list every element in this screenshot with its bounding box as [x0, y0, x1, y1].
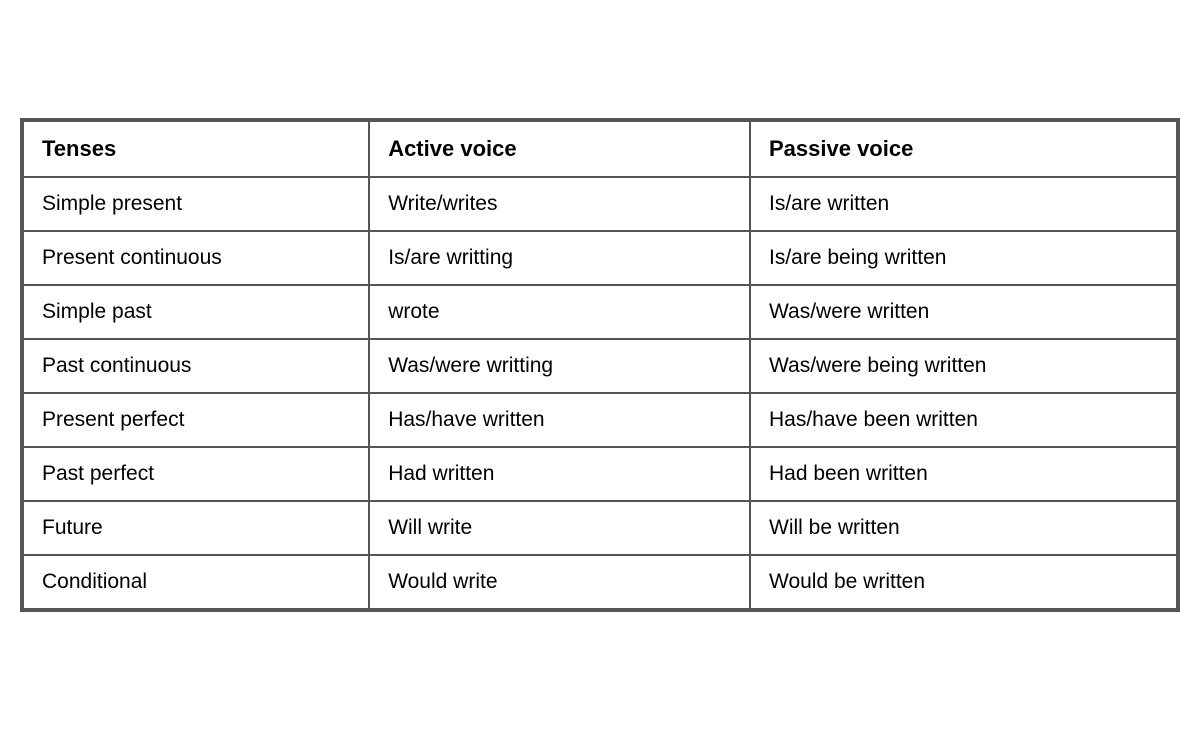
cell-active: Will write — [369, 501, 750, 555]
cell-tense: Conditional — [23, 555, 369, 609]
cell-tense: Future — [23, 501, 369, 555]
header-passive: Passive voice — [750, 121, 1177, 177]
cell-passive: Will be written — [750, 501, 1177, 555]
table-row: FutureWill writeWill be written — [23, 501, 1177, 555]
cell-active: Was/were writting — [369, 339, 750, 393]
table-row: Present perfectHas/have writtenHas/have … — [23, 393, 1177, 447]
cell-passive: Has/have been written — [750, 393, 1177, 447]
cell-passive: Had been written — [750, 447, 1177, 501]
table-row: ConditionalWould writeWould be written — [23, 555, 1177, 609]
cell-active: Has/have written — [369, 393, 750, 447]
table-row: Present continuousIs/are writtingIs/are … — [23, 231, 1177, 285]
table-row: Simple pastwroteWas/were written — [23, 285, 1177, 339]
table-header-row: Tenses Active voice Passive voice — [23, 121, 1177, 177]
cell-passive: Would be written — [750, 555, 1177, 609]
header-tenses: Tenses — [23, 121, 369, 177]
table-row: Past perfectHad writtenHad been written — [23, 447, 1177, 501]
cell-tense: Simple past — [23, 285, 369, 339]
grammar-table: Tenses Active voice Passive voice Simple… — [22, 120, 1178, 610]
cell-passive: Was/were written — [750, 285, 1177, 339]
cell-passive: Is/are written — [750, 177, 1177, 231]
cell-active: Had written — [369, 447, 750, 501]
cell-passive: Was/were being written — [750, 339, 1177, 393]
cell-active: Write/writes — [369, 177, 750, 231]
cell-active: Is/are writting — [369, 231, 750, 285]
table-row: Simple presentWrite/writesIs/are written — [23, 177, 1177, 231]
cell-tense: Present continuous — [23, 231, 369, 285]
cell-active: Would write — [369, 555, 750, 609]
table-row: Past continuousWas/were writtingWas/were… — [23, 339, 1177, 393]
cell-active: wrote — [369, 285, 750, 339]
header-active: Active voice — [369, 121, 750, 177]
cell-tense: Past continuous — [23, 339, 369, 393]
grammar-table-container: Tenses Active voice Passive voice Simple… — [20, 118, 1180, 612]
cell-passive: Is/are being written — [750, 231, 1177, 285]
cell-tense: Simple present — [23, 177, 369, 231]
cell-tense: Present perfect — [23, 393, 369, 447]
cell-tense: Past perfect — [23, 447, 369, 501]
